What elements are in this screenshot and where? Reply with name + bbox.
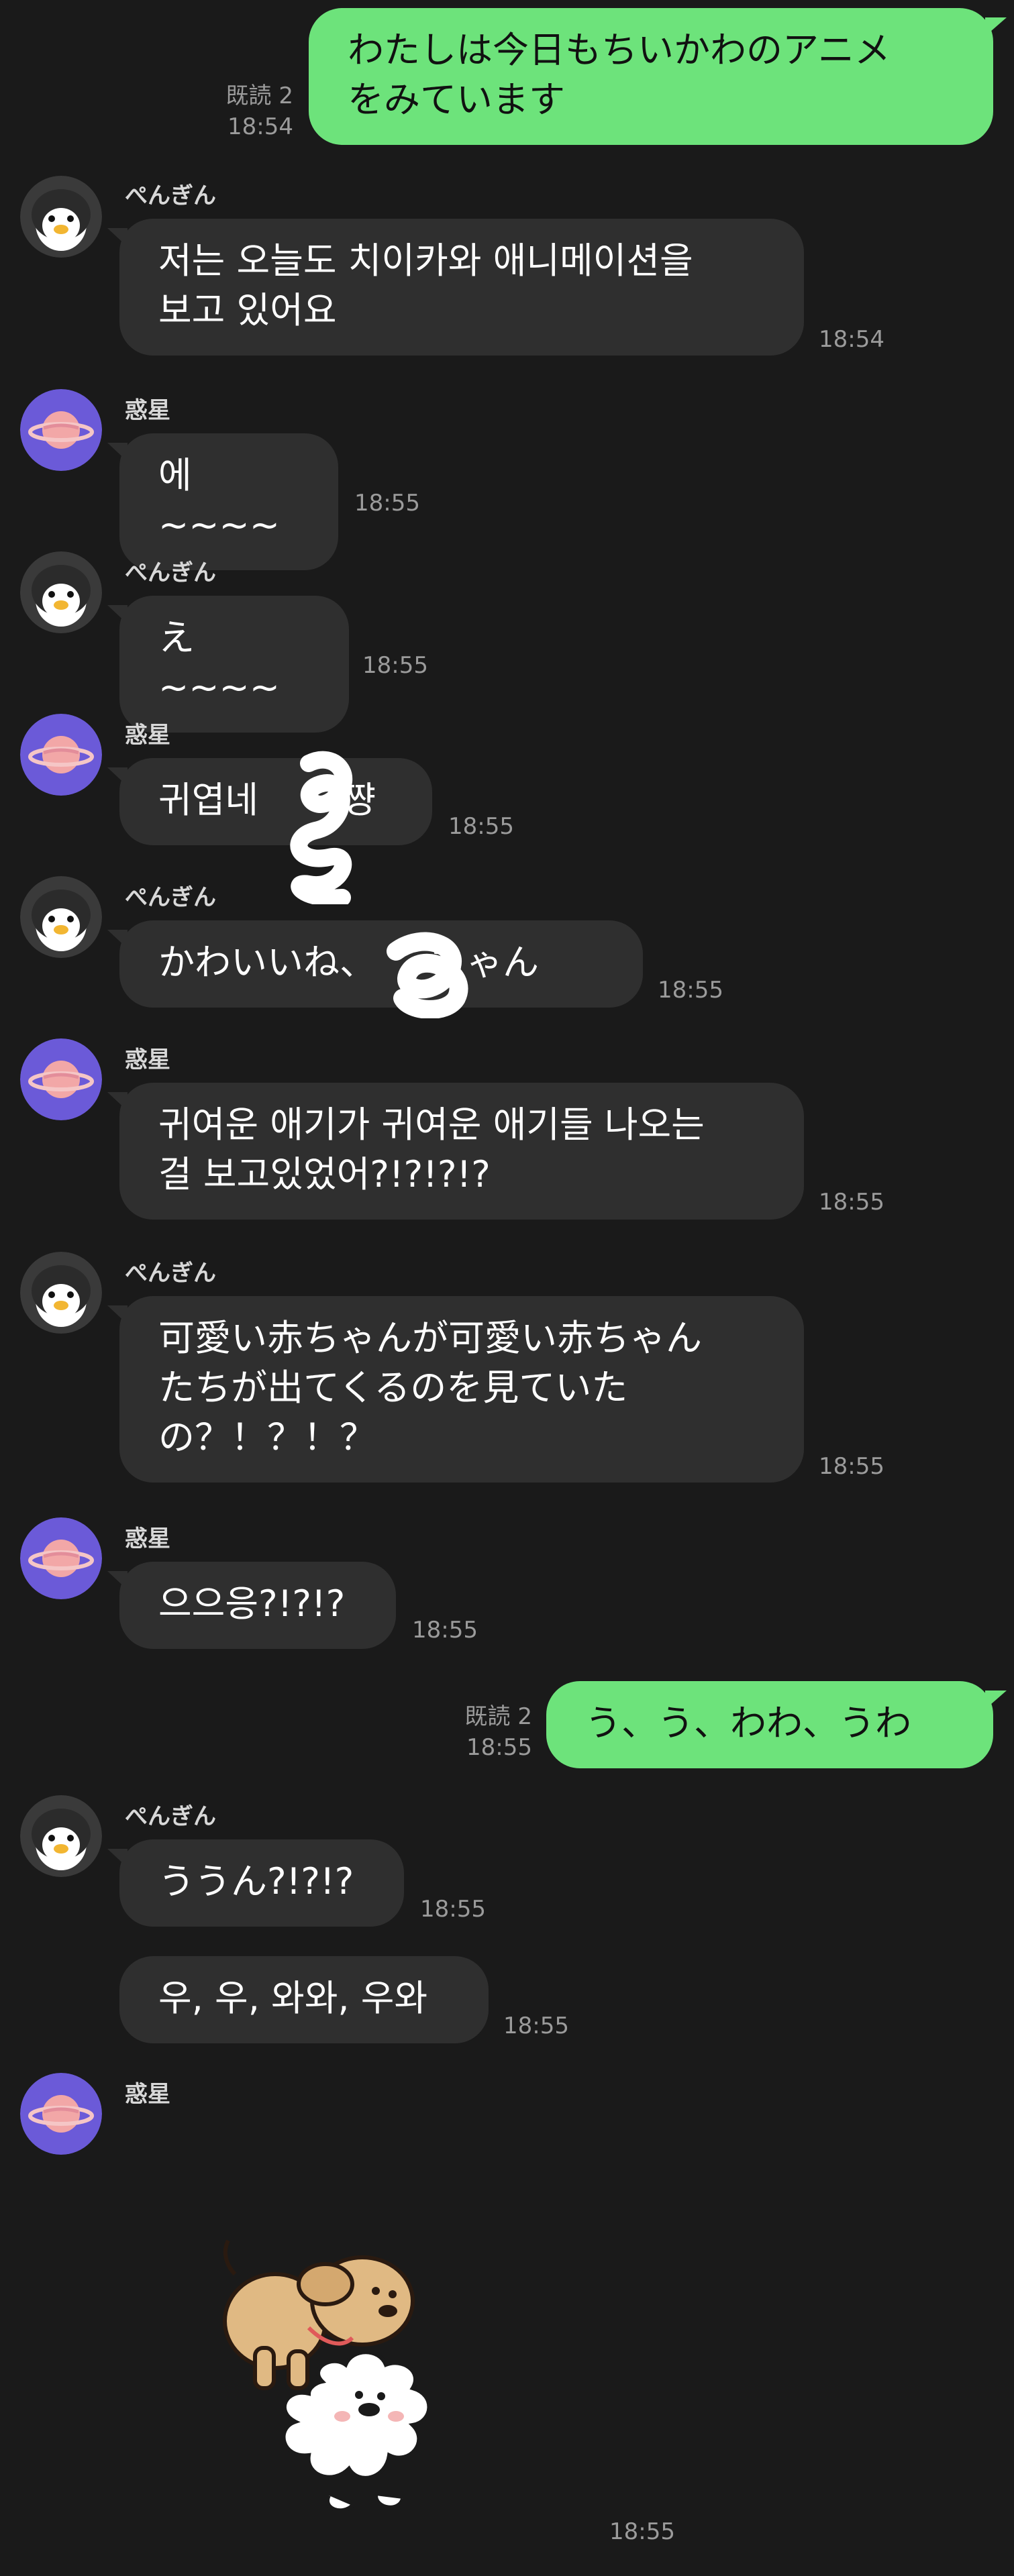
- timestamp: 18:55: [354, 490, 420, 517]
- sender-name: ぺんぎん: [125, 559, 216, 586]
- timestamp: 18:55: [819, 1453, 884, 1480]
- penguin-avatar-icon[interactable]: [20, 1252, 102, 1334]
- incoming-message-bubble[interactable]: 可愛い赤ちゃんが可愛い赤ちゃん たちが出てくるのを見ていた の？！？！？: [107, 1296, 804, 1483]
- dog-sticker[interactable]: [208, 2227, 510, 2522]
- planet-avatar-icon[interactable]: [20, 1517, 102, 1599]
- planet-avatar-icon[interactable]: [20, 389, 102, 471]
- timestamp: 18:55: [412, 1617, 478, 1644]
- incoming-message-bubble[interactable]: 에~~~~: [107, 433, 338, 570]
- incoming-message-bubble[interactable]: 저는 오늘도 치이카와 애니메이션을 보고 있어요: [107, 219, 804, 356]
- incoming-message-bubble[interactable]: 귀여운 애기가 귀여운 애기들 나오는 걸 보고있었어?!?!?!?: [107, 1083, 804, 1220]
- read-receipt: 既読 2 18:55: [464, 1703, 532, 1761]
- incoming-message-bubble[interactable]: 귀엽네 쨩: [107, 758, 432, 845]
- penguin-avatar-icon[interactable]: [20, 1795, 102, 1877]
- outgoing-message-bubble[interactable]: わたしは今日もちいかわのアニメ をみています: [309, 8, 1007, 145]
- sender-name: ぺんぎん: [125, 1803, 216, 1830]
- timestamp: 18:55: [609, 2518, 675, 2545]
- sender-name: ぺんぎん: [125, 182, 216, 209]
- redaction-scribble: [387, 932, 468, 1018]
- sender-name: 惑星: [125, 722, 170, 749]
- timestamp: 18:55: [362, 652, 428, 679]
- timestamp: 18:55: [503, 2012, 569, 2039]
- incoming-message-bubble[interactable]: かわいいね、 ちゃん: [107, 920, 643, 1008]
- incoming-message-bubble[interactable]: え~~~~: [107, 596, 349, 733]
- timestamp: 18:55: [420, 1896, 486, 1923]
- read-receipt: 既読 2 18:54: [225, 83, 293, 140]
- incoming-message-bubble[interactable]: 으으응?!?!?: [107, 1562, 396, 1649]
- planet-avatar-icon[interactable]: [20, 1038, 102, 1120]
- penguin-avatar-icon[interactable]: [20, 176, 102, 258]
- timestamp: 18:55: [658, 977, 723, 1004]
- redaction-scribble: [290, 751, 353, 904]
- outgoing-message-bubble[interactable]: う、う、わわ、うわ: [546, 1681, 1007, 1768]
- sender-name: ぺんぎん: [125, 884, 216, 911]
- sender-name: 惑星: [125, 397, 170, 424]
- sender-name: 惑星: [125, 2081, 170, 2108]
- timestamp: 18:55: [448, 813, 514, 840]
- timestamp: 18:55: [819, 1189, 884, 1216]
- planet-avatar-icon[interactable]: [20, 2073, 102, 2155]
- penguin-avatar-icon[interactable]: [20, 551, 102, 633]
- sender-name: 惑星: [125, 1525, 170, 1552]
- sender-name: ぺんぎん: [125, 1260, 216, 1287]
- sender-name: 惑星: [125, 1046, 170, 1073]
- incoming-message-bubble[interactable]: ううん?!?!?: [107, 1839, 404, 1927]
- incoming-message-bubble[interactable]: 우, 우, 와와, 우와: [119, 1956, 489, 2043]
- timestamp: 18:54: [819, 326, 884, 353]
- planet-avatar-icon[interactable]: [20, 714, 102, 796]
- chat-thread[interactable]: 既読 2 18:54 わたしは今日もちいかわのアニメ をみています ぺんぎん 저…: [0, 0, 1014, 2576]
- penguin-avatar-icon[interactable]: [20, 876, 102, 958]
